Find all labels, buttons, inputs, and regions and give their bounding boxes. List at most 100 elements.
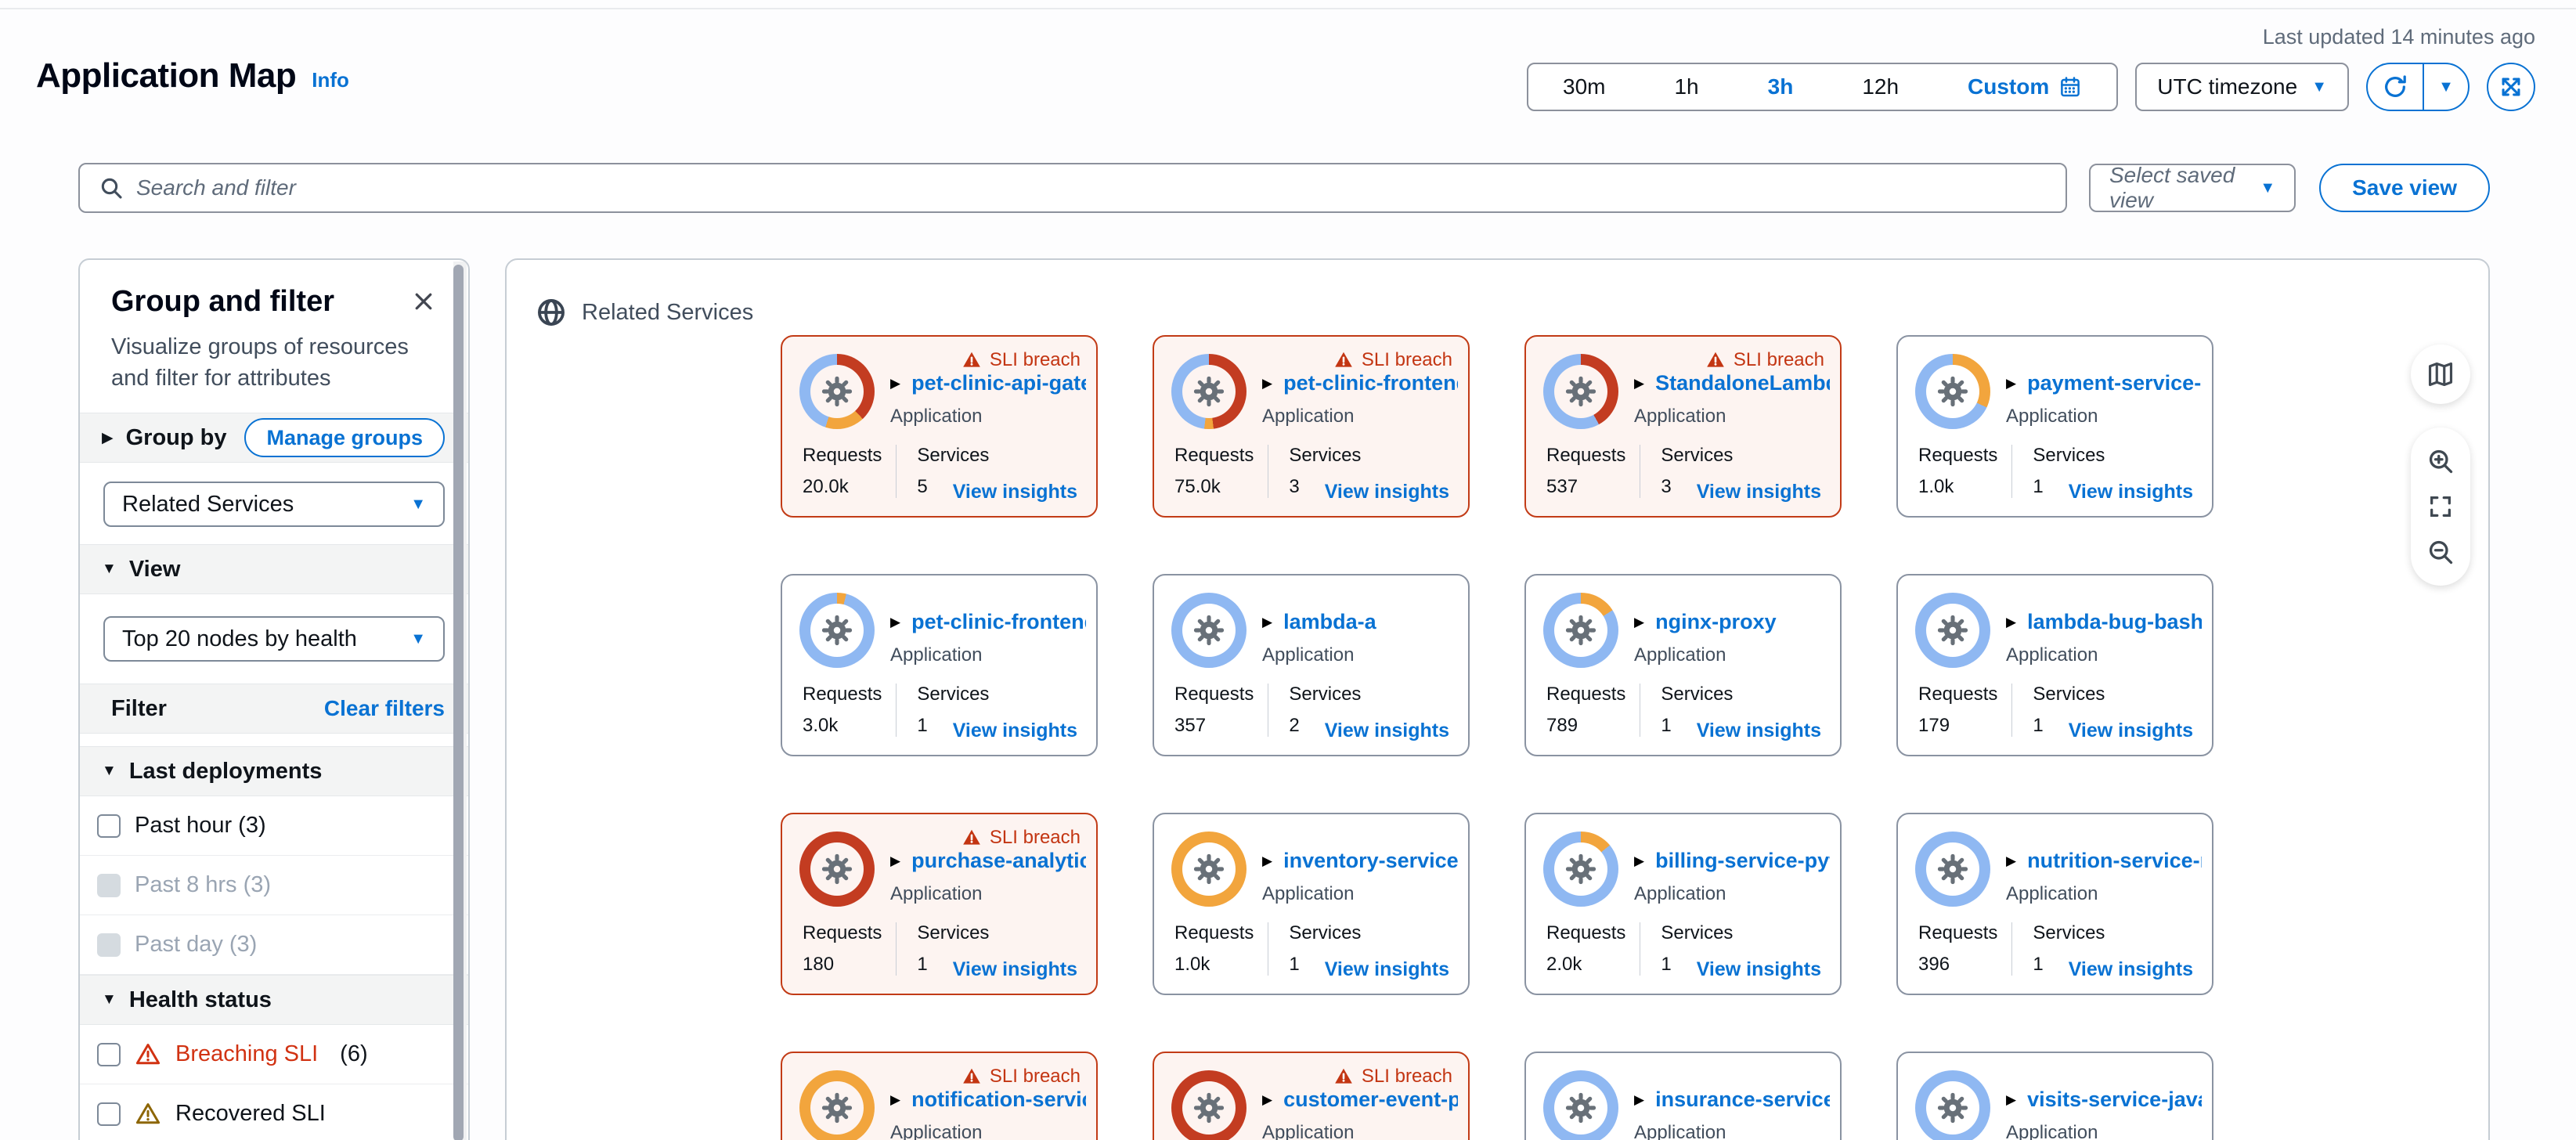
view-insights-link[interactable]: View insights bbox=[953, 720, 1077, 742]
view-insights-link[interactable]: View insights bbox=[2069, 481, 2193, 503]
service-name-link[interactable]: pet-clinic-frontend-java bbox=[911, 610, 1086, 634]
service-type-label: Application bbox=[1262, 406, 1354, 428]
clear-filters-link[interactable]: Clear filters bbox=[324, 696, 445, 721]
view-insights-link[interactable]: View insights bbox=[953, 958, 1077, 981]
checkbox[interactable] bbox=[97, 814, 121, 838]
service-name-link[interactable]: StandaloneLambda bbox=[1655, 371, 1830, 395]
service-name-link[interactable]: purchase-analytics-en... bbox=[911, 849, 1086, 873]
view-insights-link[interactable]: View insights bbox=[1325, 481, 1449, 503]
service-card[interactable]: ▶ lambda-bug-bash Application Requests 1… bbox=[1896, 574, 2213, 756]
deployment-filter-label: Past day (3) bbox=[135, 932, 257, 958]
service-card[interactable]: ▶ lambda-a Application Requests 357 Serv… bbox=[1153, 574, 1470, 756]
service-name-link[interactable]: pet-clinic-frontend-ec... bbox=[1283, 371, 1458, 395]
service-type-label: Application bbox=[890, 883, 982, 905]
service-name-link[interactable]: lambda-a bbox=[1283, 610, 1376, 634]
minimap-button[interactable] bbox=[2411, 345, 2470, 404]
time-range-3h[interactable]: 3h bbox=[1734, 64, 1828, 110]
zoom-in-button[interactable] bbox=[2426, 447, 2455, 475]
health-ring bbox=[1915, 832, 1990, 907]
service-name-link[interactable]: payment-service-dotnet bbox=[2027, 371, 2202, 395]
service-card[interactable]: ▶ billing-service-python Application Req… bbox=[1524, 813, 1842, 995]
health-status-header[interactable]: ▼ Health status bbox=[80, 975, 468, 1025]
requests-label: Requests bbox=[1174, 445, 1254, 467]
view-section-header[interactable]: ▼ View bbox=[80, 544, 468, 594]
checkbox[interactable] bbox=[97, 1043, 121, 1066]
service-name-link[interactable]: lambda-bug-bash bbox=[2027, 610, 2202, 634]
view-insights-link[interactable]: View insights bbox=[2069, 720, 2193, 742]
service-name-link[interactable]: nutrition-service-nodejs bbox=[2027, 849, 2202, 873]
fit-to-screen-button[interactable] bbox=[2487, 63, 2535, 111]
service-name-link[interactable]: notification-service-java bbox=[911, 1088, 1086, 1112]
checkbox bbox=[97, 933, 121, 957]
service-type-label: Application bbox=[1634, 883, 1726, 905]
fullscreen-button[interactable] bbox=[2427, 493, 2454, 520]
service-card[interactable]: ▶ visits-service-java Application Reques… bbox=[1896, 1052, 2213, 1140]
service-name-link[interactable]: billing-service-python bbox=[1655, 849, 1830, 873]
search-input[interactable] bbox=[136, 175, 2047, 200]
expander-down-icon: ▼ bbox=[102, 561, 117, 578]
service-card[interactable]: SLI breach bbox=[781, 1052, 1098, 1140]
timezone-select[interactable]: UTC timezone ▼ bbox=[2135, 63, 2349, 111]
view-select[interactable]: Top 20 nodes by health ▼ bbox=[103, 616, 445, 662]
time-range-12h[interactable]: 12h bbox=[1827, 64, 1933, 110]
service-card[interactable]: ▶ pet-clinic-frontend-java Application R… bbox=[781, 574, 1098, 756]
service-card[interactable]: ▶ inventory-service-java Application Req… bbox=[1153, 813, 1470, 995]
zoom-out-button[interactable] bbox=[2426, 538, 2455, 566]
close-panel-button[interactable] bbox=[407, 285, 440, 320]
last-deployments-header[interactable]: ▼ Last deployments bbox=[80, 746, 468, 796]
refresh-options-button[interactable]: ▼ bbox=[2424, 64, 2468, 110]
view-insights-link[interactable]: View insights bbox=[1697, 481, 1821, 503]
service-card[interactable]: SLI breach bbox=[1153, 1052, 1470, 1140]
view-insights-link[interactable]: View insights bbox=[1325, 720, 1449, 742]
service-card[interactable]: SLI breach bbox=[781, 813, 1098, 995]
last-deployments-label: Last deployments bbox=[129, 759, 323, 785]
group-by-header[interactable]: ▶ Group by Manage groups bbox=[80, 413, 468, 463]
service-name-link[interactable]: nginx-proxy bbox=[1655, 610, 1777, 634]
refresh-button[interactable] bbox=[2368, 64, 2423, 110]
view-insights-link[interactable]: View insights bbox=[1325, 958, 1449, 981]
service-name-link[interactable]: insurance-service-pyth... bbox=[1655, 1088, 1830, 1112]
gear-icon bbox=[820, 613, 854, 648]
warning-triangle-icon bbox=[961, 828, 982, 848]
group-by-select[interactable]: Related Services ▼ bbox=[103, 482, 445, 527]
service-card[interactable]: ▶ insurance-service-pyth... Application … bbox=[1524, 1052, 1842, 1140]
saved-view-select[interactable]: Select saved view ▼ bbox=[2089, 164, 2296, 212]
calendar-icon bbox=[2058, 75, 2082, 99]
service-name-link[interactable]: pet-clinic-api-gateway bbox=[911, 371, 1086, 395]
manage-groups-button[interactable]: Manage groups bbox=[244, 418, 445, 457]
service-card[interactable]: ▶ nutrition-service-nodejs Application R… bbox=[1896, 813, 2213, 995]
services-label: Services bbox=[2033, 684, 2111, 705]
service-type-label: Application bbox=[2006, 406, 2098, 428]
sidebar-scrollbar-thumb[interactable] bbox=[453, 265, 464, 1140]
divider bbox=[2011, 922, 2012, 976]
time-range-30m[interactable]: 30m bbox=[1528, 64, 1640, 110]
service-name-link[interactable]: visits-service-java bbox=[2027, 1088, 2202, 1112]
chevron-down-icon: ▼ bbox=[410, 631, 426, 647]
view-insights-link[interactable]: View insights bbox=[1697, 720, 1821, 742]
view-insights-link[interactable]: View insights bbox=[2069, 958, 2193, 981]
service-name-link[interactable]: customer-event-proce... bbox=[1283, 1088, 1458, 1112]
gear-icon bbox=[1936, 852, 1970, 886]
requests-value: 179 bbox=[1918, 715, 1997, 737]
info-link[interactable]: Info bbox=[312, 68, 349, 92]
node-expander-icon: ▶ bbox=[890, 853, 900, 869]
service-card[interactable]: ▶ nginx-proxy Application Requests 789 S… bbox=[1524, 574, 1842, 756]
filter-header: Filter Clear filters bbox=[80, 684, 468, 734]
sli-breach-badge: SLI breach bbox=[1333, 349, 1452, 371]
service-card[interactable]: SLI breach bbox=[1524, 335, 1842, 518]
service-card[interactable]: SLI breach bbox=[1153, 335, 1470, 518]
services-label: Services bbox=[1661, 445, 1739, 467]
service-card[interactable]: ▶ payment-service-dotnet Application Req… bbox=[1896, 335, 2213, 518]
time-range-1h[interactable]: 1h bbox=[1640, 64, 1733, 110]
service-cards-grid: SLI breach bbox=[781, 335, 2213, 1140]
node-expander-icon: ▶ bbox=[1262, 853, 1272, 869]
service-card[interactable]: SLI breach bbox=[781, 335, 1098, 518]
service-name-link[interactable]: inventory-service-java bbox=[1283, 849, 1458, 873]
checkbox[interactable] bbox=[97, 1102, 121, 1126]
view-insights-link[interactable]: View insights bbox=[1697, 958, 1821, 981]
filter-label: Filter bbox=[111, 696, 167, 722]
deployment-filter-label: Past hour (3) bbox=[135, 813, 266, 839]
time-range-custom[interactable]: Custom bbox=[1933, 64, 2116, 110]
view-insights-link[interactable]: View insights bbox=[953, 481, 1077, 503]
save-view-button[interactable]: Save view bbox=[2319, 164, 2490, 212]
